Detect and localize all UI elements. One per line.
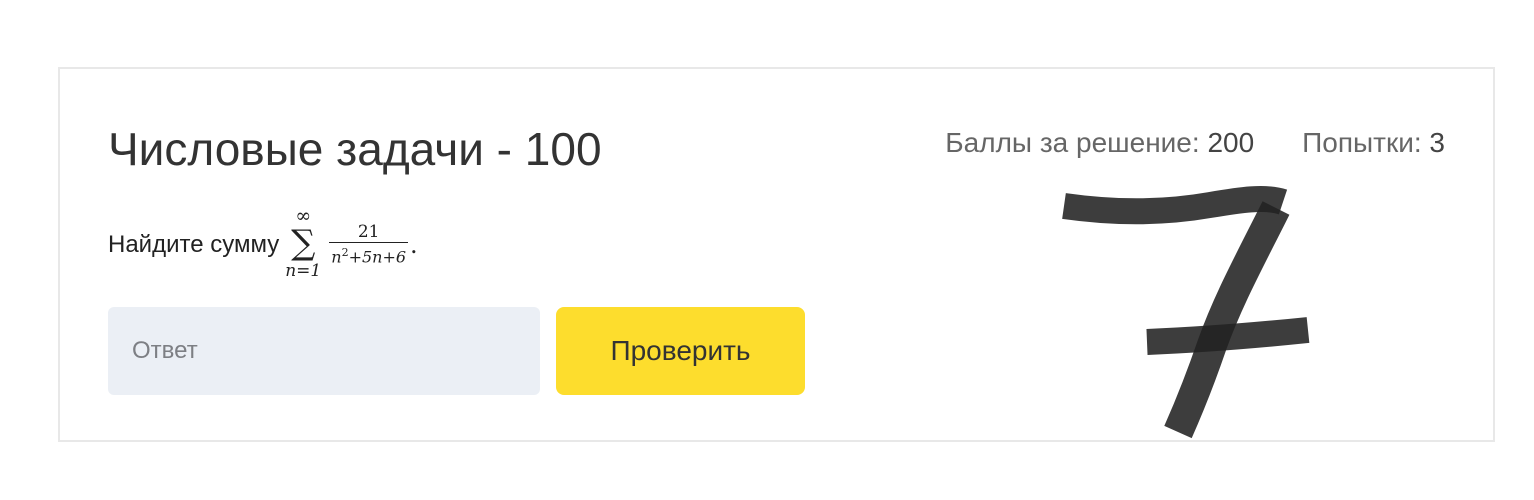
check-button[interactable]: Проверить [556, 307, 805, 395]
fraction-numerator: 21 [357, 221, 380, 242]
task-meta: Баллы за решение: 200 Попытки: 3 [945, 125, 1445, 161]
task-card: Числовые задачи - 100 Баллы за решение: … [58, 67, 1495, 442]
fraction-denominator: n2+5n+6 [329, 243, 408, 267]
problem-statement: Найдите сумму ∞ ∑ n=1 21 n2+5n+6 . [108, 205, 418, 285]
attempts-value: 3 [1429, 127, 1445, 158]
attempts-label: Попытки: [1302, 127, 1422, 158]
formula-period: . [410, 231, 418, 259]
score-label: Баллы за решение: [945, 127, 1200, 158]
denominator-base: n [331, 247, 342, 267]
score-value: 200 [1207, 127, 1255, 158]
summation-sign: ∑ [291, 223, 316, 263]
formula: ∞ ∑ n=1 21 n2+5n+6 . [285, 207, 417, 283]
answer-input[interactable] [108, 307, 540, 395]
summation-lower-limit: n=1 [285, 261, 322, 281]
attempts-info: Попытки: 3 [1302, 125, 1445, 161]
task-title: Числовые задачи - 100 [108, 123, 602, 175]
denominator-rest: +5n+6 [348, 247, 407, 267]
problem-text: Найдите сумму [108, 231, 280, 258]
denominator-exponent: 2 [341, 245, 349, 259]
score-info: Баллы за решение: 200 [945, 125, 1254, 161]
summation: ∞ ∑ n=1 [285, 207, 321, 283]
fraction: 21 n2+5n+6 [329, 221, 409, 267]
